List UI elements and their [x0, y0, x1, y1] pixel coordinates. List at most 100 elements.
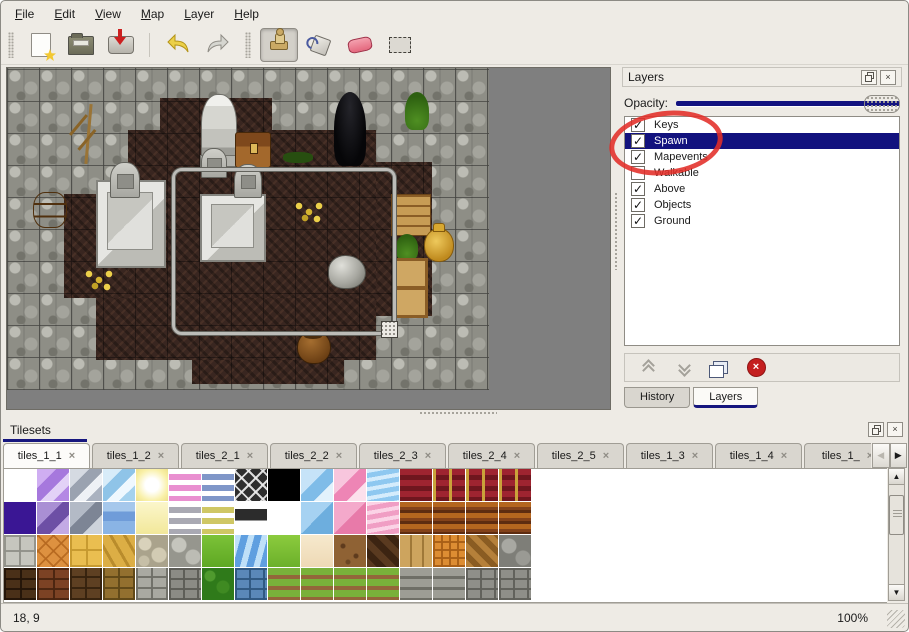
palette-tile[interactable]: [136, 502, 168, 534]
tileset-tab-tiles_2_1[interactable]: tiles_2_1×: [181, 443, 268, 468]
layer-list[interactable]: ✓Keys✓Spawn✓MapeventsWalkable✓Above✓Obje…: [624, 116, 900, 346]
dock-tab-layers[interactable]: Layers: [693, 387, 758, 408]
palette-tile[interactable]: [37, 535, 69, 567]
close-tab-icon[interactable]: ×: [425, 450, 431, 462]
close-tab-icon[interactable]: ×: [692, 450, 698, 462]
tileset-tab-tiles_1_2[interactable]: tiles_1_2×: [92, 443, 179, 468]
layer-visibility-checkbox[interactable]: ✓: [631, 150, 645, 164]
palette-tile[interactable]: [235, 502, 267, 534]
palette-tile[interactable]: [334, 535, 366, 567]
scrollbar-thumb[interactable]: [889, 495, 904, 535]
layer-visibility-checkbox[interactable]: [631, 166, 645, 180]
palette-tile[interactable]: [268, 469, 300, 501]
palette-tile[interactable]: [499, 568, 531, 600]
palette-tile[interactable]: [202, 469, 234, 501]
palette-tile[interactable]: [103, 502, 135, 534]
palette-tile[interactable]: [235, 469, 267, 501]
close-tab-icon[interactable]: ×: [69, 450, 75, 462]
menu-item-file[interactable]: File: [5, 3, 44, 25]
palette-tile[interactable]: [499, 535, 531, 567]
layer-row-ground[interactable]: ✓Ground: [625, 213, 899, 229]
palette-tile[interactable]: [466, 469, 498, 501]
close-tab-icon[interactable]: ×: [867, 450, 871, 462]
palette-tile[interactable]: [433, 535, 465, 567]
palette-tile[interactable]: [367, 502, 399, 534]
horizontal-splitter[interactable]: [1, 408, 908, 419]
layer-row-mapevents[interactable]: ✓Mapevents: [625, 149, 899, 165]
close-tab-icon[interactable]: ×: [336, 450, 342, 462]
scroll-down-button[interactable]: ▼: [889, 584, 904, 600]
palette-tile[interactable]: [70, 469, 102, 501]
palette-tile[interactable]: [37, 469, 69, 501]
palette-scrollbar[interactable]: ▲ ▼: [888, 468, 905, 601]
fill-tool-button[interactable]: [302, 29, 338, 61]
palette-tile[interactable]: [235, 535, 267, 567]
menu-item-help[interactable]: Help: [224, 3, 269, 25]
selection-resize-handle[interactable]: [381, 321, 398, 338]
float-panel-button[interactable]: [868, 422, 884, 437]
palette-tile[interactable]: [70, 535, 102, 567]
palette-tile[interactable]: [400, 535, 432, 567]
close-panel-button[interactable]: ×: [887, 422, 903, 437]
palette-tile[interactable]: [334, 469, 366, 501]
palette-tile[interactable]: [433, 568, 465, 600]
float-panel-button[interactable]: [861, 70, 877, 85]
layer-visibility-checkbox[interactable]: ✓: [631, 134, 645, 148]
palette-tile[interactable]: [70, 568, 102, 600]
map-canvas[interactable]: [7, 68, 489, 390]
layer-visibility-checkbox[interactable]: ✓: [631, 198, 645, 212]
map-viewport[interactable]: [6, 67, 611, 410]
palette-tile[interactable]: [169, 469, 201, 501]
palette-tile[interactable]: [433, 469, 465, 501]
tileset-tab-tiles_1_[interactable]: tiles_1_×: [804, 443, 871, 468]
palette-tile[interactable]: [466, 568, 498, 600]
palette-tile[interactable]: [37, 568, 69, 600]
close-tab-icon[interactable]: ×: [781, 450, 787, 462]
palette-tile[interactable]: [466, 535, 498, 567]
layer-row-objects[interactable]: ✓Objects: [625, 197, 899, 213]
palette-tile[interactable]: [400, 568, 432, 600]
menu-item-map[interactable]: Map: [131, 3, 174, 25]
palette-tile[interactable]: [301, 535, 333, 567]
palette-tile[interactable]: [4, 535, 36, 567]
eraser-tool-button[interactable]: [342, 29, 378, 61]
palette-tile[interactable]: [37, 502, 69, 534]
palette-tile[interactable]: [268, 568, 300, 600]
palette-tile[interactable]: [136, 535, 168, 567]
palette-tile[interactable]: [103, 469, 135, 501]
tileset-tab-tiles_2_3[interactable]: tiles_2_3×: [359, 443, 446, 468]
redo-button[interactable]: [200, 29, 236, 61]
palette-tile[interactable]: [367, 469, 399, 501]
palette-tile[interactable]: [499, 502, 531, 534]
tile-palette[interactable]: [3, 468, 887, 603]
close-tab-icon[interactable]: ×: [514, 450, 520, 462]
palette-tile[interactable]: [70, 502, 102, 534]
menu-item-view[interactable]: View: [85, 3, 131, 25]
undo-button[interactable]: [160, 29, 196, 61]
palette-tile[interactable]: [4, 469, 36, 501]
palette-tile[interactable]: [334, 568, 366, 600]
close-panel-button[interactable]: ×: [880, 70, 896, 85]
scrollbar-track[interactable]: [889, 485, 904, 584]
scroll-tabs-right-button[interactable]: ▶: [890, 443, 908, 468]
palette-tile[interactable]: [103, 568, 135, 600]
opacity-slider[interactable]: [676, 94, 902, 112]
save-file-button[interactable]: [103, 29, 139, 61]
palette-tile[interactable]: [367, 568, 399, 600]
palette-tile[interactable]: [136, 469, 168, 501]
layer-visibility-checkbox[interactable]: ✓: [631, 118, 645, 132]
select-tool-button[interactable]: [382, 29, 418, 61]
move-layer-down-button[interactable]: [673, 357, 695, 379]
palette-tile[interactable]: [235, 568, 267, 600]
close-tab-icon[interactable]: ×: [247, 450, 253, 462]
scroll-tabs-left-button[interactable]: ◀: [872, 443, 890, 468]
toolbar-drag-handle[interactable]: [8, 32, 14, 58]
layer-row-keys[interactable]: ✓Keys: [625, 117, 899, 133]
layer-visibility-checkbox[interactable]: ✓: [631, 182, 645, 196]
tileset-tab-tiles_2_5[interactable]: tiles_2_5×: [537, 443, 624, 468]
palette-tile[interactable]: [367, 535, 399, 567]
map-selection-rectangle[interactable]: [172, 168, 396, 335]
new-file-button[interactable]: [23, 29, 59, 61]
palette-tile[interactable]: [499, 469, 531, 501]
palette-tile[interactable]: [400, 502, 432, 534]
